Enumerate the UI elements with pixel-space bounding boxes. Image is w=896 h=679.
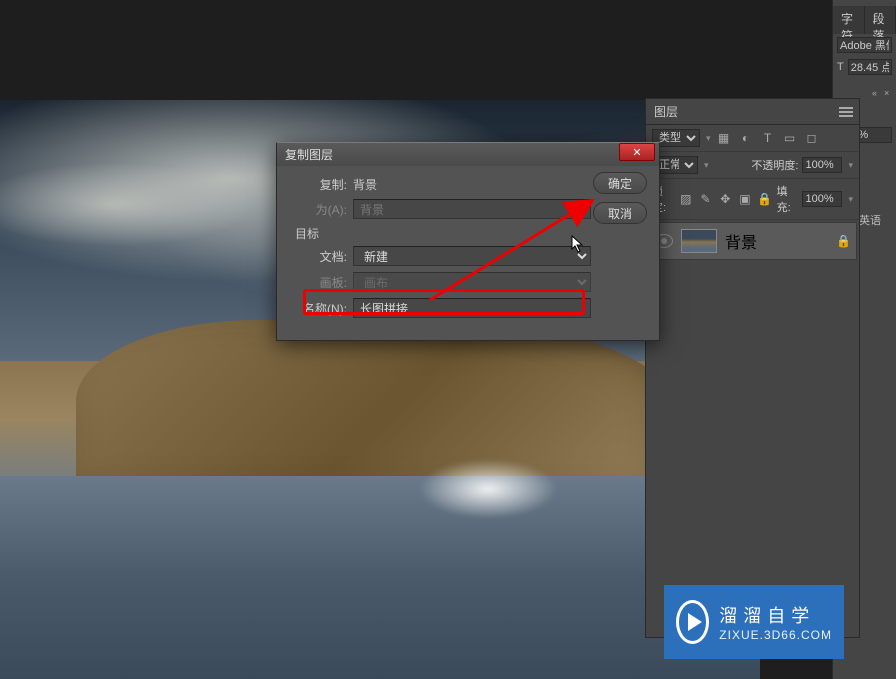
- text-size-icon: T: [837, 61, 844, 73]
- chevron-down-icon[interactable]: [702, 159, 709, 171]
- watermark-logo-icon: [676, 600, 709, 644]
- layers-panel: 图层 类型 ▦ ◐ T ▭ ◻ 正常 不透明度: 锁定: ▨ ✎ ✥ ▣ 🔒 填…: [645, 98, 860, 638]
- copy-value: 背景: [353, 176, 377, 193]
- as-input: [353, 199, 591, 219]
- font-field[interactable]: [837, 37, 892, 53]
- filter-type-icon[interactable]: T: [759, 130, 777, 146]
- document-select[interactable]: 新建: [353, 246, 591, 266]
- lock-artboard-icon[interactable]: ▣: [737, 191, 753, 207]
- watermark-title: 溜溜自学: [719, 602, 832, 628]
- panel-collapse-icon[interactable]: «: [872, 88, 880, 96]
- filter-shape-icon[interactable]: ▭: [781, 130, 799, 146]
- chevron-down-icon[interactable]: [846, 159, 853, 171]
- as-label: 为(A):: [291, 201, 347, 218]
- doc-label: 文档:: [291, 248, 347, 265]
- watermark-badge: 溜溜自学 ZIXUE.3D66.COM: [664, 585, 844, 659]
- lock-position-icon[interactable]: ✥: [717, 191, 733, 207]
- close-icon: ✕: [632, 146, 641, 159]
- font-size-field[interactable]: [848, 59, 892, 75]
- layer-row-background[interactable]: 背景 🔒: [648, 222, 857, 260]
- watermark-url: ZIXUE.3D66.COM: [719, 628, 832, 642]
- dialog-title: 复制图层: [285, 146, 333, 163]
- filter-adjust-icon[interactable]: ◐: [737, 130, 755, 146]
- layer-lock-icon[interactable]: 🔒: [836, 234, 850, 248]
- play-icon: [688, 613, 702, 631]
- chevron-down-icon[interactable]: [846, 193, 853, 205]
- copy-label: 复制:: [291, 176, 347, 193]
- artboard-label: 画板:: [291, 274, 347, 291]
- lock-transparent-icon[interactable]: ▨: [678, 191, 694, 207]
- tab-character[interactable]: 字符: [833, 6, 865, 34]
- layer-name-label[interactable]: 背景: [725, 229, 757, 253]
- layers-panel-title[interactable]: 图层: [654, 103, 678, 120]
- panel-menu-icon[interactable]: [839, 107, 853, 117]
- lock-all-icon[interactable]: 🔒: [757, 191, 773, 207]
- ok-button[interactable]: 确定: [593, 172, 647, 194]
- filter-pixel-icon[interactable]: ▦: [715, 130, 733, 146]
- artboard-select: 画布: [353, 272, 591, 292]
- fill-input[interactable]: [802, 191, 842, 207]
- dialog-close-button[interactable]: ✕: [619, 143, 655, 161]
- cancel-button[interactable]: 取消: [593, 202, 647, 224]
- name-label: 名称(N):: [291, 300, 347, 317]
- opacity-label: 不透明度:: [751, 157, 798, 173]
- layer-thumbnail[interactable]: [681, 229, 717, 253]
- duplicate-layer-dialog: 复制图层 ✕ 确定 取消 复制: 背景 为(A): 目标 文档: 新建 画板:: [276, 142, 660, 341]
- chevron-down-icon[interactable]: [704, 132, 711, 144]
- wave-splash: [418, 459, 558, 519]
- lock-paint-icon[interactable]: ✎: [698, 191, 714, 207]
- opacity-input[interactable]: [802, 157, 842, 173]
- tab-paragraph[interactable]: 段落: [865, 6, 896, 34]
- filter-smart-icon[interactable]: ◻: [803, 130, 821, 146]
- panel-close-icon[interactable]: ×: [884, 88, 892, 96]
- target-section-label: 目标: [295, 225, 645, 242]
- dialog-titlebar[interactable]: 复制图层 ✕: [277, 143, 659, 166]
- name-input[interactable]: [353, 298, 591, 318]
- fill-label: 填充:: [777, 183, 799, 215]
